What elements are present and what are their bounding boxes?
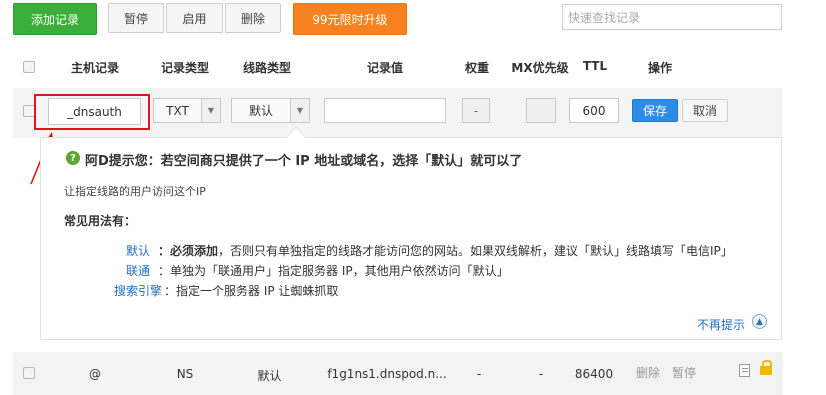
record-value-input[interactable] (324, 98, 446, 123)
cancel-button[interactable]: 取消 (682, 99, 728, 122)
usage-item-unicom-name: 联通 (125, 264, 150, 278)
lock-icon[interactable] (760, 360, 772, 375)
upgrade-button[interactable]: 99元限时升级 (293, 3, 407, 35)
type-select-value: TXT (166, 103, 189, 118)
header-ttl: TTL (582, 59, 608, 73)
tip-pointer (286, 126, 306, 138)
line-select[interactable]: 默认 ▼ (231, 98, 310, 123)
weight-input[interactable]: - (462, 98, 490, 123)
row-value: f1g1ns1.dnspod.n... (327, 367, 447, 381)
row-ttl: 86400 (574, 367, 614, 381)
row-checkbox[interactable] (23, 367, 35, 379)
row-type: NS (176, 367, 194, 381)
header-weight: 权重 (464, 61, 489, 75)
note-icon[interactable] (739, 364, 750, 377)
usage-item-search-name: 搜索引擎 (113, 284, 162, 298)
chevron-down-icon: ▼ (290, 99, 309, 122)
host-input[interactable]: _dnsauth (48, 98, 141, 125)
header-value: 记录值 (366, 61, 403, 75)
save-button[interactable]: 保存 (632, 99, 678, 122)
delete-button[interactable]: 删除 (225, 3, 281, 33)
mx-input[interactable] (526, 98, 556, 123)
usage-item-search-desc: ：指定一个服务器 IP 让蜘蛛抓取 (164, 284, 339, 298)
header-host: 主机记录 (70, 61, 119, 75)
pause-button[interactable]: 暂停 (108, 3, 164, 33)
usage-heading: 常见用法有： (64, 214, 137, 228)
row-line: 默认 (257, 369, 282, 383)
add-record-button[interactable]: 添加记录 (13, 3, 97, 35)
enable-button[interactable]: 启用 (166, 3, 223, 33)
header-actions: 操作 (647, 61, 672, 75)
row-mx: - (538, 367, 544, 381)
usage-item-default-bold: ：必须添加 (158, 244, 219, 258)
usage-item-default-desc: ：必须添加，否则只有单独指定的线路才能访问您的网站。如果双线解析，建议「默认」线… (158, 242, 758, 259)
select-all-checkbox[interactable] (23, 61, 35, 73)
header-type: 记录类型 (160, 61, 209, 75)
chevron-up-icon[interactable]: ▲ (752, 314, 767, 329)
usage-item-unicom-desc: ：单独为「联通用户」指定服务器 IP，其他用户依然访问「默认」 (158, 264, 509, 278)
row-weight: - (476, 367, 482, 381)
dismiss-tip-link[interactable]: 不再提示 (697, 316, 745, 333)
question-icon: ? (66, 151, 80, 165)
ttl-input[interactable]: 600 (569, 98, 619, 123)
header-line: 线路类型 (242, 61, 291, 75)
tip-subtitle: 让指定线路的用户访问这个IP (64, 185, 206, 198)
usage-item-default-name: 默认 (125, 244, 150, 258)
row-pause-action[interactable]: 暂停 (672, 364, 696, 381)
type-select[interactable]: TXT ▼ (153, 98, 221, 123)
search-input[interactable]: 快速查找记录 (562, 4, 782, 30)
line-select-value: 默认 (248, 104, 273, 118)
header-mx: MX优先级 (511, 61, 569, 75)
tip-title: 阿D提示您：若空间商只提供了一个 IP 地址或域名，选择「默认」就可以了 (85, 154, 523, 169)
row-host: @ (89, 367, 101, 381)
row-delete-action[interactable]: 删除 (636, 364, 660, 381)
usage-item-default-text: ，否则只有单独指定的线路才能访问您的网站。如果双线解析，建议「默认」线路填写「电… (218, 244, 733, 258)
chevron-down-icon: ▼ (201, 99, 220, 122)
